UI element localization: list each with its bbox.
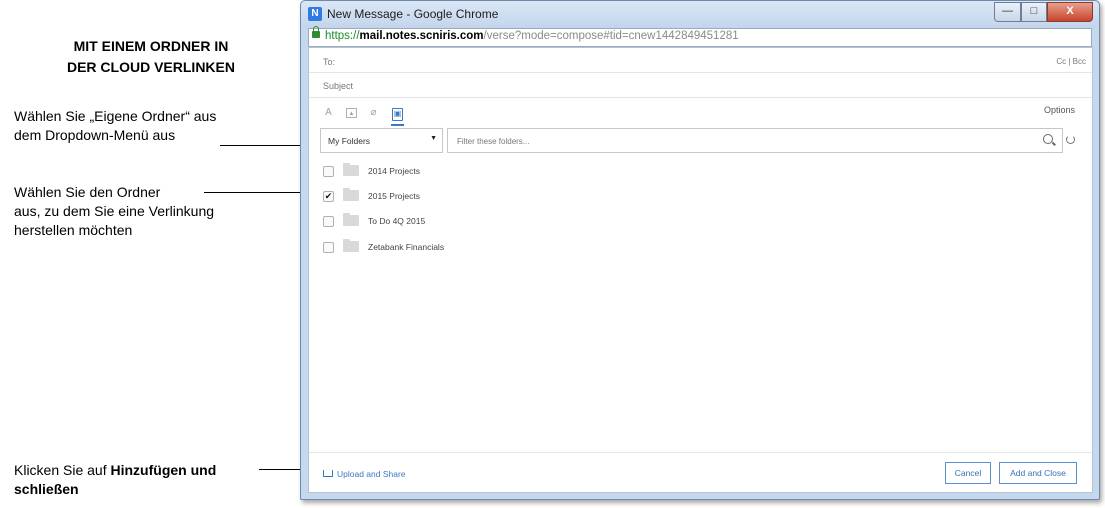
- compose-pane: To: Cc | Bcc Subject A ▲ ⌀ ▣ Options My …: [308, 47, 1093, 493]
- address-bar[interactable]: https://mail.notes.scniris.com/verse?mod…: [308, 26, 1092, 47]
- folder-name: To Do 4Q 2015: [368, 216, 426, 226]
- add-and-close-button[interactable]: Add and Close: [999, 462, 1077, 484]
- compose-footer: Upload and Share Cancel Add and Close: [309, 452, 1092, 493]
- guide-title: MIT EINEM ORDNER IN DER CLOUD VERLINKEN: [40, 36, 262, 78]
- folder-icon: [343, 239, 359, 252]
- step2-line3: herstellen möchten: [14, 222, 133, 238]
- url-path: /verse?mode=compose#tid=cnew144284945128…: [483, 30, 739, 42]
- to-label: To:: [323, 57, 336, 67]
- cancel-button[interactable]: Cancel: [945, 462, 991, 484]
- url-scheme: https://: [325, 30, 360, 42]
- chrome-window: N New Message - Google Chrome — □ X http…: [300, 0, 1100, 500]
- folder-checkbox[interactable]: [323, 242, 334, 253]
- url-host: mail.notes.scniris.com: [359, 30, 484, 42]
- step1-line2: dem Dropdown-Menü aus: [14, 127, 176, 143]
- window-controls: — □ X: [994, 2, 1093, 22]
- filter-placeholder: Filter these folders...: [457, 137, 530, 146]
- folder-name: 2015 Projects: [368, 191, 420, 201]
- to-field[interactable]: To: Cc | Bcc: [309, 48, 1092, 73]
- folder-icon: [343, 188, 359, 201]
- image-icon[interactable]: ▲: [346, 108, 357, 118]
- folder-checkbox[interactable]: [323, 216, 334, 227]
- search-icon[interactable]: [1043, 134, 1053, 144]
- step1-instruction: Wählen Sie „Eigene Ordner“ aus dem Dropd…: [14, 107, 216, 145]
- folder-name: 2014 Projects: [368, 166, 420, 176]
- lock-icon: [312, 26, 320, 38]
- step3-prefix: Klicken Sie auf: [14, 462, 111, 478]
- folder-checkbox[interactable]: [323, 166, 334, 177]
- step3-bold-line1: Hinzufügen und: [110, 462, 217, 478]
- minimize-button[interactable]: —: [994, 2, 1021, 22]
- upload-and-share-link[interactable]: Upload and Share: [337, 469, 406, 479]
- maximize-button[interactable]: □: [1021, 2, 1047, 22]
- folder-source-dropdown[interactable]: My Folders ▼: [320, 128, 443, 153]
- url-text[interactable]: https://mail.notes.scniris.com/verse?mod…: [325, 30, 739, 42]
- app-icon: N: [308, 7, 322, 21]
- step3-bold-line2: schließen: [14, 481, 79, 497]
- text-format-icon[interactable]: A: [323, 108, 334, 118]
- cc-bcc-link[interactable]: Cc | Bcc: [1056, 57, 1086, 66]
- window-title: New Message - Google Chrome: [327, 7, 499, 21]
- step2-instruction: Wählen Sie den Ordner aus, zu dem Sie ei…: [14, 183, 214, 240]
- close-button[interactable]: X: [1047, 2, 1093, 22]
- folder-filter-input[interactable]: Filter these folders...: [447, 128, 1063, 153]
- dropdown-selected-value: My Folders: [328, 136, 371, 146]
- options-link[interactable]: Options: [1044, 105, 1075, 115]
- subject-field[interactable]: Subject: [309, 73, 1092, 98]
- guide-title-line1: MIT EINEM ORDNER IN: [73, 38, 229, 54]
- step2-line1: Wählen Sie den Ordner: [14, 184, 161, 200]
- title-bar[interactable]: N New Message - Google Chrome — □ X: [301, 1, 1099, 28]
- folder-icon: [343, 163, 359, 176]
- attach-link-icon[interactable]: ⌀: [368, 108, 379, 118]
- folder-name: Zetabank Financials: [368, 242, 445, 252]
- step1-line1: Wählen Sie „Eigene Ordner“ aus: [14, 108, 217, 124]
- folder-checkbox[interactable]: ✔: [323, 191, 334, 202]
- step3-instruction: Klicken Sie auf Hinzufügen und schließen: [14, 461, 216, 499]
- refresh-icon[interactable]: [1066, 135, 1075, 144]
- guide-title-line2: DER CLOUD VERLINKEN: [66, 59, 235, 75]
- folder-link-icon[interactable]: ▣: [392, 108, 403, 121]
- folder-icon: [343, 213, 359, 226]
- upload-icon[interactable]: [323, 470, 333, 477]
- chevron-down-icon: ▼: [430, 135, 437, 142]
- step2-line2: aus, zu dem Sie eine Verlinkung: [14, 203, 215, 219]
- active-tool-indicator: [391, 124, 404, 126]
- subject-label: Subject: [323, 81, 354, 91]
